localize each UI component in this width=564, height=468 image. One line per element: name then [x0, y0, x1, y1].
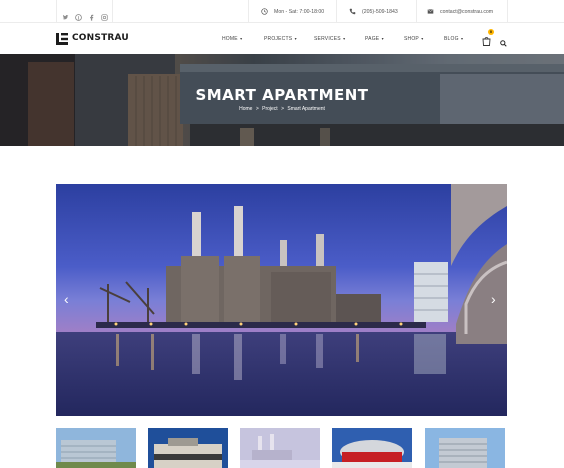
nav-item-services[interactable]: SERVICES ▾: [314, 36, 345, 42]
power-station-photo: [56, 184, 507, 416]
breadcrumb-project[interactable]: Project: [262, 106, 278, 112]
phone-icon: [349, 8, 356, 15]
chevron-down-icon: ▾: [380, 35, 384, 41]
nav-item-home[interactable]: HOME ▾: [222, 36, 242, 42]
chevron-down-icon: ▾: [293, 35, 297, 41]
chevron-down-icon: ▾: [238, 35, 243, 41]
thumbnail-4[interactable]: [332, 428, 412, 468]
page-title: SMART APARTMENT: [195, 86, 369, 104]
main-navbar: CONSTRAU HOME ▾ PROJECTS ▾ SERVICES ▾ PA…: [0, 23, 564, 54]
breadcrumb: Home > Project > Smart Apartment: [0, 106, 564, 112]
email-info: contact@constrau.com: [416, 0, 508, 23]
site-logo[interactable]: CONSTRAU: [56, 32, 129, 45]
thumbnail-2[interactable]: [148, 428, 228, 468]
project-image-slider[interactable]: ‹ ›: [56, 184, 507, 416]
chevron-down-icon: ▾: [341, 35, 346, 41]
nav-item-blog[interactable]: BLOG ▾: [444, 36, 463, 42]
nav-item-projects[interactable]: PROJECTS ▾: [264, 36, 297, 42]
hours-text: Mon - Sat: 7:00-18:00: [274, 8, 325, 15]
pinterest-icon[interactable]: [74, 8, 82, 21]
breadcrumb-separator: >: [255, 106, 259, 112]
logo-mark-icon: [56, 32, 68, 45]
slider-thumbnails: [56, 428, 507, 468]
slider-next-arrow[interactable]: ›: [491, 292, 496, 306]
nav-item-shop[interactable]: SHOP ▾: [404, 36, 424, 42]
breadcrumb-separator: >: [281, 106, 284, 112]
chevron-down-icon: ▾: [419, 35, 424, 41]
nav-item-page[interactable]: PAGE ▾: [365, 36, 384, 42]
thumbnail-3[interactable]: [240, 428, 320, 468]
instagram-icon[interactable]: [100, 8, 108, 21]
thumbnail-5[interactable]: [425, 428, 505, 468]
thumbnail-1[interactable]: [56, 428, 136, 468]
cart-button[interactable]: 0: [482, 29, 494, 46]
brand-name: CONSTRAU: [72, 33, 129, 43]
search-icon[interactable]: [500, 34, 507, 47]
breadcrumb-current: Smart Apartment: [287, 106, 325, 112]
opening-hours: Mon - Sat: 7:00-18:00: [248, 0, 336, 23]
top-bar: Mon - Sat: 7:00-18:00 (205)-509-1843 con…: [0, 0, 564, 23]
twitter-icon[interactable]: [62, 8, 69, 20]
envelope-icon: [427, 8, 434, 15]
facebook-icon[interactable]: [88, 8, 95, 21]
social-links: [56, 0, 113, 23]
shopping-bag-icon: [482, 37, 491, 46]
email-text[interactable]: contact@constrau.com: [440, 9, 493, 15]
chevron-down-icon: ▾: [459, 35, 464, 41]
slider-prev-arrow[interactable]: ‹: [64, 292, 69, 306]
clock-icon: [261, 8, 268, 15]
breadcrumb-home[interactable]: Home: [239, 106, 252, 112]
cart-count-badge: 0: [488, 29, 494, 35]
page-banner: SMART APARTMENT Home > Project > Smart A…: [0, 54, 564, 146]
phone-text[interactable]: (205)-509-1843: [362, 9, 398, 15]
phone-info: (205)-509-1843: [336, 0, 416, 23]
